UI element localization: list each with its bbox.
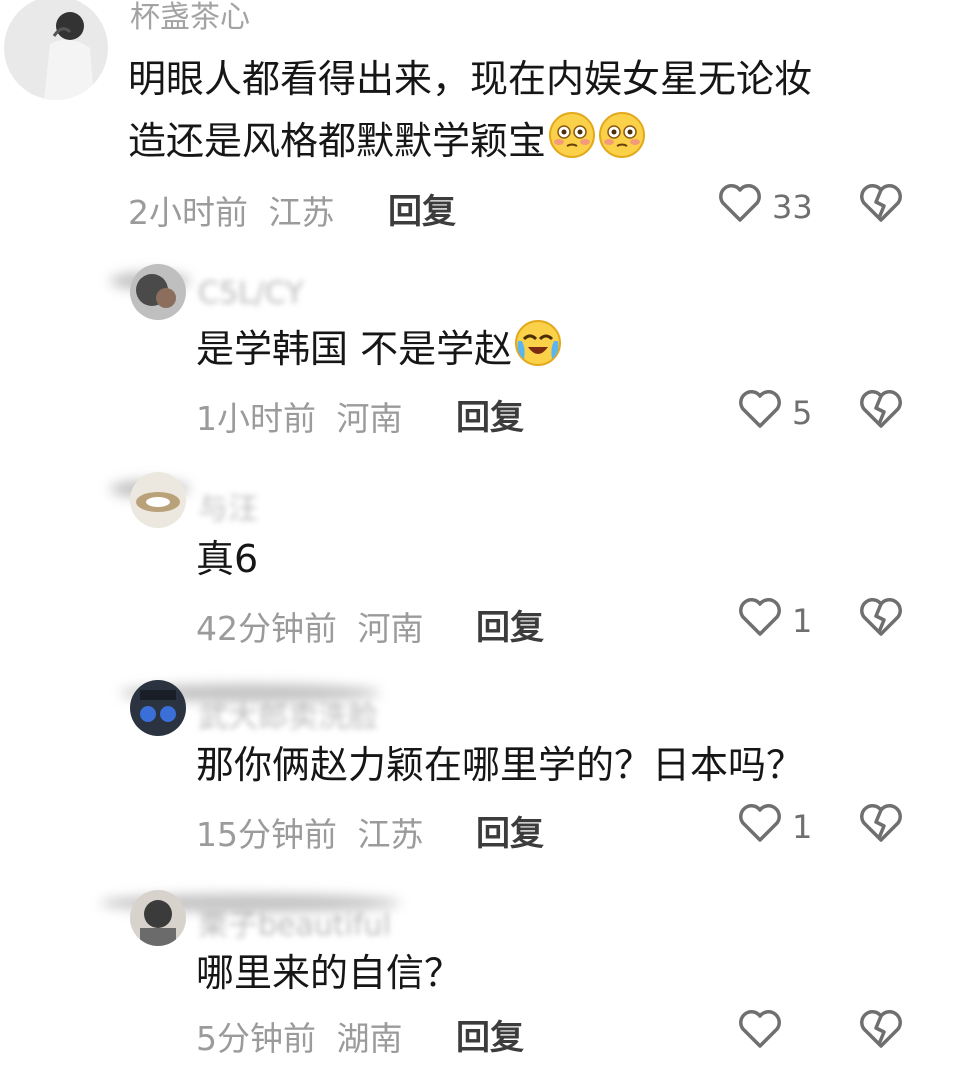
reply-button[interactable]: 回复 [476,600,544,649]
reply-button[interactable]: 回复 [476,806,544,855]
comment-2: C5L/CY 是学韩国 不是学赵 1小时前 河南 回复 5 [0,260,960,440]
comment-text: 是学韩国 不是学赵 [196,318,562,385]
like-button[interactable]: 1 [738,802,812,852]
like-button[interactable]: 33 [718,182,813,232]
comment-meta: 15分钟前 江苏 [196,808,424,856]
flushed-face-icon [548,111,596,177]
comment-text: 明眼人都看得出来，现在内娱女星无论妆 造还是风格都默默学颖宝 [128,48,928,177]
broken-heart-icon [858,598,904,642]
avatar[interactable] [130,890,186,946]
comment-text: 那你俩赵力颖在哪里学的？日本吗？ [196,743,805,787]
location: 江苏 [268,193,335,232]
timestamp: 15分钟前 [196,815,337,854]
username[interactable]: 栗子beautiful [198,900,391,944]
like-count: 5 [792,394,813,432]
avatar[interactable] [130,264,186,320]
dislike-button[interactable] [858,1008,904,1054]
like-count: 1 [792,808,813,846]
comment-4: 武大郎卖洗脸 那你俩赵力颖在哪里学的？日本吗？ 15分钟前 江苏 回复 1 [0,674,960,854]
dislike-button[interactable] [858,802,904,848]
dislike-button[interactable] [858,182,904,228]
timestamp: 2小时前 [128,193,248,232]
username[interactable]: 武大郎卖洗脸 [198,692,378,736]
heart-outline-icon [738,802,782,852]
dislike-button[interactable] [858,388,904,434]
username[interactable]: C5L/CY [198,276,304,311]
comment-meta: 2小时前 江苏 [128,186,335,234]
location: 河南 [357,609,424,648]
heart-outline-icon [738,596,782,646]
comment-text: 哪里来的自信？ [196,951,463,995]
reply-button[interactable]: 回复 [388,184,456,233]
reply-button[interactable]: 回复 [456,390,524,439]
like-count: 1 [792,602,813,640]
like-button[interactable] [738,1008,792,1058]
comment-5: 栗子beautiful 哪里来的自信？ 5分钟前 湖南 回复 [0,880,960,1070]
location: 河南 [336,399,403,438]
timestamp: 42分钟前 [196,609,337,648]
broken-heart-icon [858,390,904,434]
avatar[interactable] [130,472,186,528]
broken-heart-icon [858,804,904,848]
like-button[interactable]: 1 [738,596,812,646]
comment-meta: 42分钟前 河南 [196,602,424,650]
heart-outline-icon [738,1008,782,1058]
location: 江苏 [357,815,424,854]
comment-meta: 5分钟前 湖南 [196,1012,403,1060]
heart-outline-icon [738,388,782,438]
avatar[interactable] [130,680,186,736]
reply-button[interactable]: 回复 [456,1010,524,1059]
broken-heart-icon [858,184,904,228]
timestamp: 5分钟前 [196,1019,316,1058]
username[interactable]: 与汪 [198,484,258,528]
timestamp: 1小时前 [196,399,316,438]
comment-text: 真6 [196,537,259,581]
comment-3: 与汪 真6 42分钟前 河南 回复 1 [0,466,960,649]
broken-heart-icon [858,1010,904,1054]
heart-outline-icon [718,182,762,232]
dislike-button[interactable] [858,596,904,642]
crying-face-icon [514,319,562,385]
comment-1: 杯盏茶心 明眼人都看得出来，现在内娱女星无论妆 造还是风格都默默学颖宝 2小时前… [0,0,960,250]
flushed-face-icon [598,111,646,177]
username[interactable]: 杯盏茶心 [130,0,250,36]
like-count: 33 [772,188,813,226]
avatar[interactable] [4,0,108,100]
location: 湖南 [336,1019,403,1058]
like-button[interactable]: 5 [738,388,812,438]
comment-meta: 1小时前 河南 [196,392,403,440]
